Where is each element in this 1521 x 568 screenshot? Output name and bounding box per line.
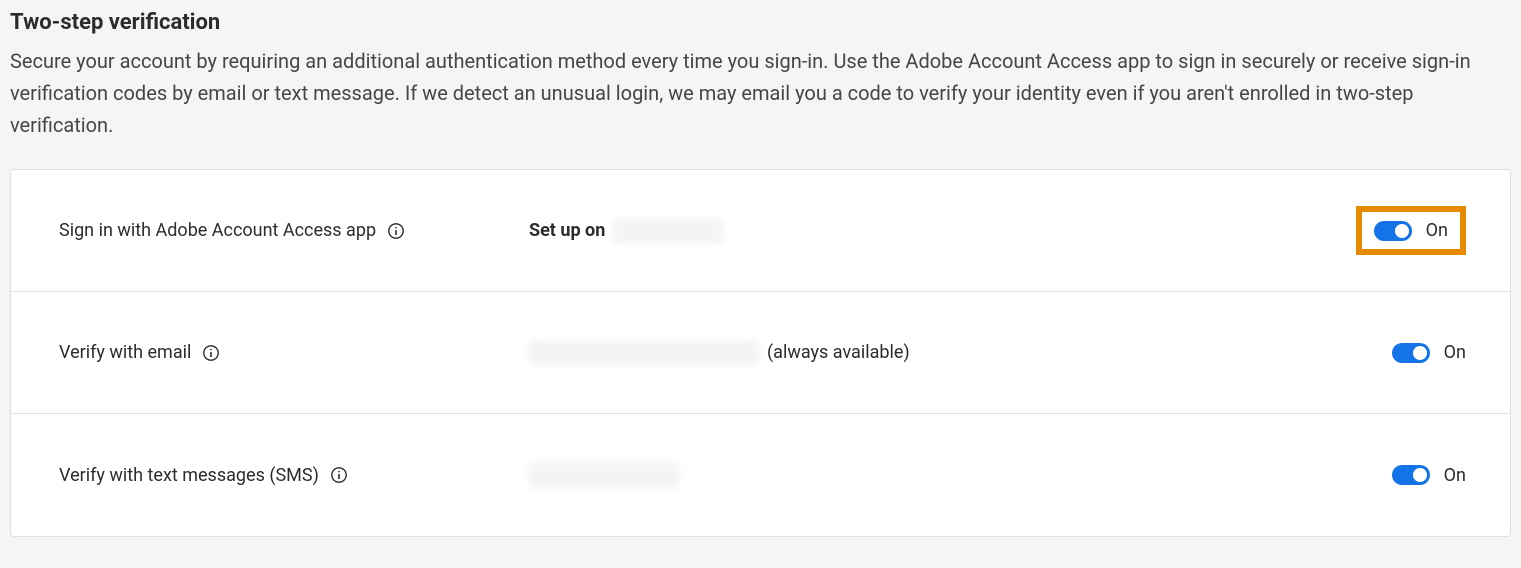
row-sms: Verify with text messages (SMS) On: [11, 414, 1510, 536]
sms-toggle-label: On: [1444, 465, 1466, 486]
redacted-device: [613, 218, 723, 244]
sms-toggle-wrap: On: [1392, 465, 1466, 486]
info-icon[interactable]: [386, 221, 406, 241]
adobe-app-toggle-label: On: [1426, 220, 1448, 241]
redacted-phone: [529, 462, 679, 488]
section-description: Secure your account by requiring an addi…: [10, 45, 1511, 141]
row-email-label: Verify with email: [59, 342, 191, 363]
email-toggle[interactable]: [1392, 343, 1430, 363]
row-adobe-app-value: Set up on: [529, 218, 1356, 244]
redacted-email: [529, 340, 759, 366]
section-title: Two-step verification: [10, 10, 1511, 35]
info-icon[interactable]: [201, 343, 221, 363]
setup-on-text: Set up on: [529, 220, 605, 241]
row-sms-value: [529, 462, 1392, 488]
info-icon[interactable]: [329, 465, 349, 485]
email-toggle-wrap: On: [1392, 342, 1466, 363]
always-available-text: (always available): [767, 342, 910, 363]
email-toggle-label: On: [1444, 342, 1466, 363]
row-email-label-wrap: Verify with email: [59, 342, 529, 363]
row-adobe-app-label: Sign in with Adobe Account Access app: [59, 220, 376, 241]
row-adobe-app-label-wrap: Sign in with Adobe Account Access app: [59, 220, 529, 241]
row-sms-label-wrap: Verify with text messages (SMS): [59, 465, 529, 486]
adobe-app-toggle[interactable]: [1374, 221, 1412, 241]
row-email: Verify with email (always available) On: [11, 292, 1510, 414]
two-step-panel: Sign in with Adobe Account Access app Se…: [10, 169, 1511, 537]
adobe-app-toggle-highlight: On: [1356, 206, 1466, 255]
row-adobe-app: Sign in with Adobe Account Access app Se…: [11, 170, 1510, 292]
sms-toggle[interactable]: [1392, 465, 1430, 485]
row-email-value: (always available): [529, 340, 1392, 366]
row-sms-label: Verify with text messages (SMS): [59, 465, 319, 486]
